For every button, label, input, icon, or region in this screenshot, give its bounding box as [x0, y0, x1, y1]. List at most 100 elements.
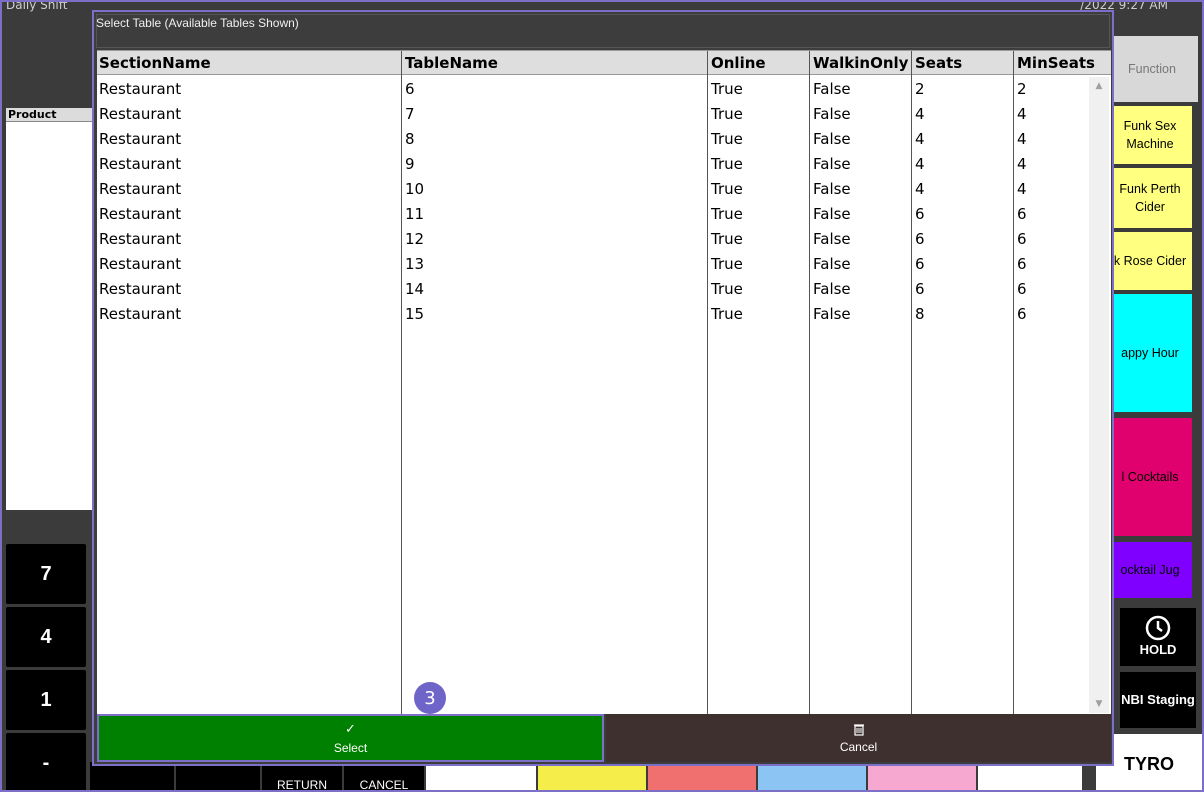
- cell-minseats: 6: [1017, 255, 1027, 273]
- cell-tablename: 12: [405, 230, 425, 248]
- hold-button[interactable]: HOLD: [1120, 608, 1196, 666]
- bottom-button-blank-1[interactable]: [90, 762, 174, 790]
- cell-online: True: [711, 180, 743, 198]
- scroll-up-icon[interactable]: ▲: [1089, 77, 1109, 95]
- cell-seats: 4: [915, 180, 925, 198]
- cell-walkinonly: False: [813, 305, 851, 323]
- table-row[interactable]: Restaurant 15 True False 8 6: [97, 302, 1087, 327]
- cancel-sale-button[interactable]: CANCEL: [344, 762, 424, 790]
- column-header-walkinonly[interactable]: WalkinOnly: [811, 51, 908, 75]
- cell-minseats: 2: [1017, 80, 1027, 98]
- table-row[interactable]: Restaurant 8 True False 4 4: [97, 127, 1087, 152]
- select-table-dialog: Select Table (Available Tables Shown) Se…: [92, 10, 1114, 766]
- cell-minseats: 4: [1017, 130, 1027, 148]
- column-header-tablename[interactable]: TableName: [403, 51, 498, 75]
- dialog-title: Select Table (Available Tables Shown): [96, 16, 299, 30]
- cell-minseats: 4: [1017, 180, 1027, 198]
- numpad-key-4[interactable]: 4: [6, 607, 86, 667]
- cell-seats: 6: [915, 280, 925, 298]
- function-button-cocktail-jug[interactable]: ocktail Jug: [1108, 542, 1192, 598]
- cell-walkinonly: False: [813, 180, 851, 198]
- cell-minseats: 6: [1017, 305, 1027, 323]
- pos-window: Daily Shift /2022 9:27 AM Product 7 4 1 …: [0, 0, 1204, 792]
- vertical-scrollbar[interactable]: ▲ ▼: [1089, 77, 1109, 713]
- cell-online: True: [711, 80, 743, 98]
- cell-walkinonly: False: [813, 230, 851, 248]
- product-header: Product: [6, 108, 92, 122]
- cell-tablename: 9: [405, 155, 415, 173]
- table-row[interactable]: Restaurant 6 True False 2 2: [97, 77, 1087, 102]
- quick-cash-yellow-button[interactable]: [538, 762, 646, 790]
- numpad-key-minus[interactable]: -: [6, 733, 86, 790]
- function-button-happy-hour[interactable]: appy Hour: [1108, 294, 1192, 412]
- cell-seats: 8: [915, 305, 925, 323]
- cell-walkinonly: False: [813, 280, 851, 298]
- column-header-seats[interactable]: Seats: [913, 51, 962, 75]
- tab-button[interactable]: [978, 762, 1082, 790]
- cell-walkinonly: False: [813, 205, 851, 223]
- table-row[interactable]: Restaurant 7 True False 4 4: [97, 102, 1087, 127]
- trash-icon: [853, 723, 864, 736]
- cell-online: True: [711, 205, 743, 223]
- quick-cash-blue-button[interactable]: [758, 762, 866, 790]
- table-row[interactable]: Restaurant 12 True False 6 6: [97, 227, 1087, 252]
- cell-online: True: [711, 105, 743, 123]
- column-header-sectionname[interactable]: SectionName: [97, 51, 211, 75]
- numpad-key-7[interactable]: 7: [6, 544, 86, 604]
- bottom-button-blank-2[interactable]: [176, 762, 260, 790]
- cell-seats: 4: [915, 105, 925, 123]
- cell-online: True: [711, 305, 743, 323]
- cell-seats: 4: [915, 155, 925, 173]
- function-button-funk-sex-machine[interactable]: Funk Sex Machine: [1108, 106, 1192, 164]
- product-panel: Product: [6, 108, 92, 510]
- numpad-key-1[interactable]: 1: [6, 670, 86, 730]
- cell-minseats: 4: [1017, 105, 1027, 123]
- function-button-rose-cider[interactable]: k Rose Cider: [1108, 232, 1192, 290]
- cell-online: True: [711, 230, 743, 248]
- cell-sectionname: Restaurant: [99, 205, 182, 223]
- cell-sectionname: Restaurant: [99, 280, 182, 298]
- table-row[interactable]: Restaurant 9 True False 4 4: [97, 152, 1087, 177]
- cell-walkinonly: False: [813, 80, 851, 98]
- nbi-staging-button[interactable]: NBI Staging: [1120, 672, 1196, 728]
- quick-cash-pink-button[interactable]: [868, 762, 976, 790]
- step-badge: 3: [414, 682, 446, 714]
- return-button[interactable]: RETURN: [262, 762, 342, 790]
- cash-button[interactable]: [426, 762, 536, 790]
- column-header-minseats[interactable]: MinSeats: [1015, 51, 1095, 75]
- function-button-funk-perth-cider[interactable]: Funk Perth Cider: [1108, 168, 1192, 228]
- cell-online: True: [711, 130, 743, 148]
- cell-sectionname: Restaurant: [99, 255, 182, 273]
- table-row[interactable]: Restaurant 14 True False 6 6: [97, 277, 1087, 302]
- function-button-cocktails[interactable]: l Cocktails: [1108, 418, 1192, 536]
- function-header: Function: [1106, 36, 1198, 102]
- column-header-online[interactable]: Online: [709, 51, 766, 75]
- cell-minseats: 6: [1017, 230, 1027, 248]
- cell-walkinonly: False: [813, 130, 851, 148]
- cell-seats: 4: [915, 130, 925, 148]
- table-row[interactable]: Restaurant 10 True False 4 4: [97, 177, 1087, 202]
- cell-sectionname: Restaurant: [99, 105, 182, 123]
- table-row[interactable]: Restaurant 13 True False 6 6: [97, 252, 1087, 277]
- cell-minseats: 6: [1017, 205, 1027, 223]
- tables-grid[interactable]: SectionName TableName Online WalkinOnly …: [97, 50, 1111, 715]
- cancel-button[interactable]: Cancel: [606, 714, 1111, 762]
- cell-minseats: 6: [1017, 280, 1027, 298]
- cell-sectionname: Restaurant: [99, 180, 182, 198]
- cell-sectionname: Restaurant: [99, 155, 182, 173]
- table-row[interactable]: Restaurant 11 True False 6 6: [97, 202, 1087, 227]
- cell-online: True: [711, 155, 743, 173]
- hold-label: HOLD: [1139, 642, 1177, 657]
- cell-seats: 2: [915, 80, 925, 98]
- cell-tablename: 6: [405, 80, 415, 98]
- cell-sectionname: Restaurant: [99, 80, 182, 98]
- select-button[interactable]: ✓ Select: [97, 714, 604, 762]
- cell-tablename: 11: [405, 205, 425, 223]
- grid-header: SectionName TableName Online WalkinOnly …: [97, 51, 1111, 75]
- checkmark-icon: ✓: [345, 721, 356, 736]
- quick-cash-red-button[interactable]: [648, 762, 756, 790]
- cell-tablename: 8: [405, 130, 415, 148]
- scroll-down-icon[interactable]: ▼: [1089, 695, 1109, 713]
- cell-online: True: [711, 280, 743, 298]
- cell-seats: 6: [915, 255, 925, 273]
